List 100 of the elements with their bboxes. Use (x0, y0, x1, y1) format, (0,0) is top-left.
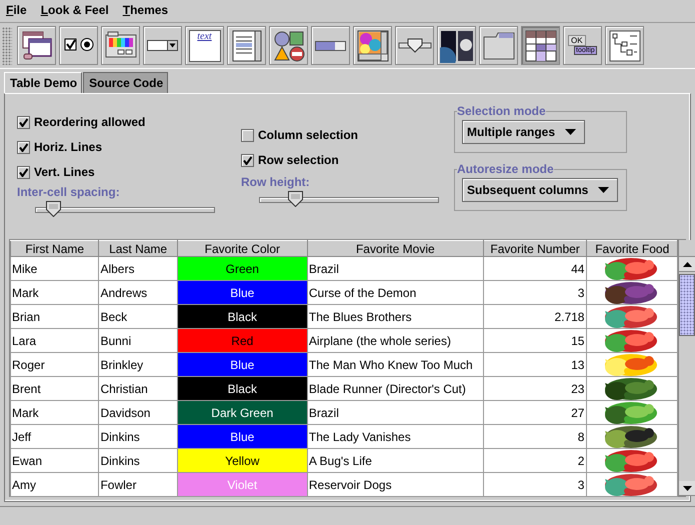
table-cell: Reservoir Dogs (307, 472, 484, 497)
checkbox-label: Column selection (258, 128, 358, 142)
slider-track[interactable] (259, 197, 439, 204)
color-cell: Blue (177, 352, 308, 377)
arrow-down-icon (682, 486, 692, 491)
table-cell: Jeff (10, 424, 99, 449)
toolbar-button[interactable] (59, 26, 98, 65)
split-image-icon (440, 28, 474, 62)
list-icon (230, 28, 264, 62)
table-cell: Amy (10, 472, 99, 497)
color-cell: Dark Green (177, 400, 308, 425)
toolbar-button[interactable] (605, 26, 644, 65)
color-cell: Red (177, 328, 308, 353)
table-cell: Brian (10, 304, 99, 329)
table-cell: Mike (10, 256, 99, 281)
table-cell: Mark (10, 280, 99, 305)
table-cell: Brazil (307, 400, 484, 425)
checkbox[interactable] (241, 154, 254, 167)
toolbar-button[interactable] (269, 26, 308, 65)
slider-track[interactable] (35, 207, 215, 214)
menu-item[interactable]: File (6, 3, 27, 19)
slider-thumb[interactable] (288, 191, 303, 208)
checkbox-label: Reordering allowed (34, 115, 146, 130)
color-cell: Black (177, 304, 308, 329)
scroll-image-icon (356, 28, 390, 62)
color-cell: Black (177, 376, 308, 401)
table-cell: The Man Who Knew Too Much (307, 352, 484, 377)
checkbox-label: Row selection (258, 153, 339, 168)
table-cell: Bunni (98, 328, 178, 353)
arrow-up-icon (682, 262, 692, 267)
window-icon (20, 28, 54, 62)
table-cell: 3 (483, 472, 587, 497)
table-cell: Christian (98, 376, 178, 401)
menu-item[interactable]: Themes (122, 3, 168, 19)
table-cell: 44 (483, 256, 587, 281)
icon-text: OK (568, 35, 586, 46)
menu-item[interactable]: Look & Feel (40, 3, 109, 19)
color-cell: Blue (177, 424, 308, 449)
table-cell: Fowler (98, 472, 178, 497)
dropdown[interactable]: Subsequent columns (462, 178, 618, 202)
column-header[interactable]: Favorite Number (483, 240, 587, 257)
table-cell: Brinkley (98, 352, 178, 377)
scroll-down-button[interactable] (679, 481, 695, 496)
table-cell: Roger (10, 352, 99, 377)
toolbar-button[interactable] (353, 26, 392, 65)
table-cell: Airplane (the whole series) (307, 328, 484, 353)
color-cell: Green (177, 256, 308, 281)
dropdown-icon (147, 40, 178, 51)
color-cell: Violet (177, 472, 308, 497)
column-header[interactable]: Favorite Color (177, 240, 308, 257)
table-cell: Brent (10, 376, 99, 401)
checkbox-label: Vert. Lines (34, 165, 95, 180)
slider-label: Row height: (241, 175, 311, 190)
color-cell: Blue (177, 280, 308, 305)
toolbar-button[interactable] (143, 26, 182, 65)
alert-icons (272, 28, 306, 62)
table-cell: Curse of the Demon (307, 280, 484, 305)
dropdown[interactable]: Multiple ranges (462, 120, 586, 144)
table-cell: A Bug's Life (307, 448, 484, 473)
scroll-thumb[interactable] (679, 274, 695, 336)
column-header[interactable]: Favorite Food (586, 240, 678, 257)
table-cell: 23 (483, 376, 587, 401)
toolbar-button[interactable] (437, 26, 476, 65)
table-cell: Blade Runner (Director's Cut) (307, 376, 484, 401)
table-cell: 15 (483, 328, 587, 353)
column-header[interactable]: First Name (10, 240, 99, 257)
table-cell: Brazil (307, 256, 484, 281)
table-cell: Beck (98, 304, 178, 329)
table-cell: 8 (483, 424, 587, 449)
tab[interactable]: Table Demo (4, 72, 82, 94)
toolbar-button[interactable] (101, 26, 140, 65)
checkbox[interactable] (17, 116, 30, 129)
table-cell: 3 (483, 280, 587, 305)
slider-thumb[interactable] (46, 201, 61, 218)
toolbar-button[interactable] (311, 26, 350, 65)
group-title: Autoresize mode (457, 162, 554, 176)
color-cell: Yellow (177, 448, 308, 473)
toolbar-button[interactable] (395, 26, 434, 65)
scrollbar[interactable] (678, 240, 695, 496)
scroll-up-button[interactable] (679, 257, 695, 272)
toolbar-button[interactable]: text (185, 26, 224, 65)
toolbar-grip[interactable] (2, 26, 12, 64)
checkbox[interactable] (241, 128, 254, 142)
table-cell: Lara (10, 328, 99, 353)
icon-text: text (197, 30, 212, 44)
checkbox-label: Horiz. Lines (34, 140, 102, 154)
toolbar-button[interactable] (521, 26, 560, 65)
table-cell: Albers (98, 256, 178, 281)
column-header[interactable]: Last Name (98, 240, 178, 257)
column-header[interactable]: Favorite Movie (307, 240, 484, 257)
table-cell: Ewan (10, 448, 99, 473)
table-icon (524, 28, 558, 62)
checkbox[interactable] (17, 140, 30, 154)
table-cell: 13 (483, 352, 587, 377)
caret-icon (598, 187, 610, 194)
toolbar-button[interactable] (227, 26, 266, 65)
toolbar-button[interactable] (17, 26, 56, 65)
checkbox[interactable] (17, 166, 30, 179)
toolbar-button[interactable] (479, 26, 518, 65)
tab[interactable]: Source Code (83, 72, 168, 94)
